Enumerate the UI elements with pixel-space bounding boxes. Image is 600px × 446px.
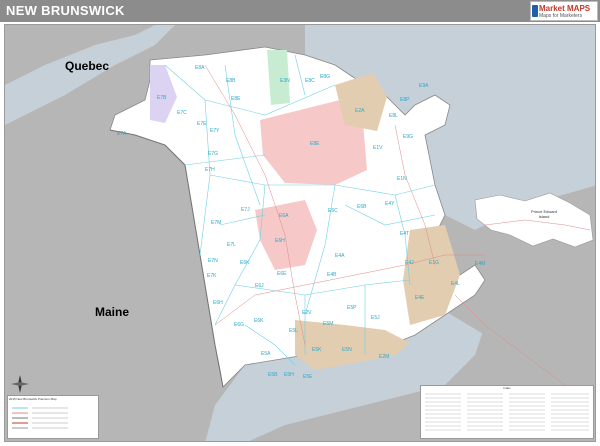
postal-code-label: E8P	[400, 97, 410, 103]
postal-code-label: E4Y	[385, 201, 395, 207]
postal-code-label: E5B	[268, 372, 278, 378]
logo-mark-icon	[532, 5, 538, 17]
postal-code-label: E7A	[117, 131, 127, 137]
postal-code-label: E9A	[419, 83, 429, 89]
postal-code-label: E5N	[342, 347, 352, 353]
postal-code-label: E4T	[400, 231, 410, 237]
postal-code-label: E6C	[328, 208, 338, 214]
index-panel: Index	[420, 385, 594, 439]
map-canvas[interactable]	[5, 25, 596, 442]
postal-code-label: E6H	[275, 238, 285, 244]
postal-code-label: E5P	[347, 305, 357, 311]
postal-code-label: E8G	[320, 74, 331, 80]
logo-tagline: Maps for Marketers	[539, 13, 583, 19]
postal-code-label: E2A	[355, 108, 365, 114]
postal-code-label: E1V	[373, 145, 383, 151]
logo-brand: Market MAPS	[539, 4, 591, 13]
legend-panel: 2015 New Brunswick Premium Map	[7, 395, 99, 439]
postal-code-label: E5L	[289, 328, 298, 334]
postal-code-label: E7B	[157, 95, 167, 101]
postal-code-label: E5A	[261, 351, 271, 357]
postal-code-label: E7J	[241, 207, 250, 213]
postal-code-label: E5E	[303, 374, 313, 380]
postal-code-label: E7E	[197, 121, 207, 127]
postal-code-label: E6B	[357, 204, 367, 210]
postal-code-label: E6K	[254, 318, 264, 324]
region-label-quebec: Quebec	[65, 59, 110, 73]
postal-code-label: E6H	[213, 300, 223, 306]
postal-code-label: E7C	[177, 110, 187, 116]
postal-code-label: E7H	[205, 167, 215, 173]
postal-code-label: E4M	[475, 261, 486, 267]
postal-code-label: E2V	[302, 310, 312, 316]
title-bar: NEW BRUNSWICK Market MAPS Maps for Marke…	[0, 0, 600, 22]
postal-code-label: E6A	[279, 213, 289, 219]
postal-code-label: E1G	[429, 260, 440, 266]
region-label-maine: Maine	[95, 305, 130, 319]
postal-code-label: E8C	[305, 78, 315, 84]
postal-code-label: E3N	[280, 78, 290, 84]
postal-code-label: E7Y	[210, 128, 220, 134]
postal-code-label: E5H	[284, 372, 294, 378]
postal-code-label: E7G	[208, 151, 219, 157]
map-title: NEW BRUNSWICK	[6, 3, 125, 18]
postal-code-label: E8E	[310, 141, 320, 147]
brand-logo: Market MAPS Maps for Marketers	[530, 1, 598, 21]
postal-code-label: E6K	[240, 260, 250, 266]
postal-code-label: E2M	[379, 354, 390, 360]
postal-code-label: E7L	[227, 242, 236, 248]
postal-code-label: E7N	[208, 258, 218, 264]
postal-code-label: E4L	[451, 281, 460, 287]
postal-code-label: E4E	[415, 295, 425, 301]
postal-code-label: E4B	[327, 272, 337, 278]
postal-code-label: E7K	[207, 273, 217, 279]
pei-island	[474, 192, 594, 248]
postal-code-label: E4J	[405, 260, 414, 266]
postal-code-label: E5J	[371, 315, 380, 321]
postal-code-label: E8A	[195, 65, 205, 71]
postal-code-label: E7M	[211, 220, 222, 226]
postal-code-label: E5M	[323, 321, 334, 327]
postal-code-label: E6J	[255, 283, 264, 289]
postal-code-label: E8B	[226, 78, 236, 84]
postal-code-label: E4A	[335, 253, 345, 259]
postal-code-label: E9G	[403, 134, 414, 140]
postal-code-label: E8L	[389, 113, 398, 119]
postal-code-label: E6G	[234, 322, 245, 328]
compass-rose-icon	[11, 375, 29, 393]
postal-code-label: E8E	[231, 96, 241, 102]
postal-code-label: E1N	[397, 176, 407, 182]
postal-code-label: E5K	[312, 347, 322, 353]
postal-code-label: E6E	[277, 271, 287, 277]
map-frame[interactable]: Quebec Maine Prince Edward Island E8A E8B…	[4, 24, 596, 442]
island-label-pei: Prince Edward Island	[531, 209, 558, 219]
